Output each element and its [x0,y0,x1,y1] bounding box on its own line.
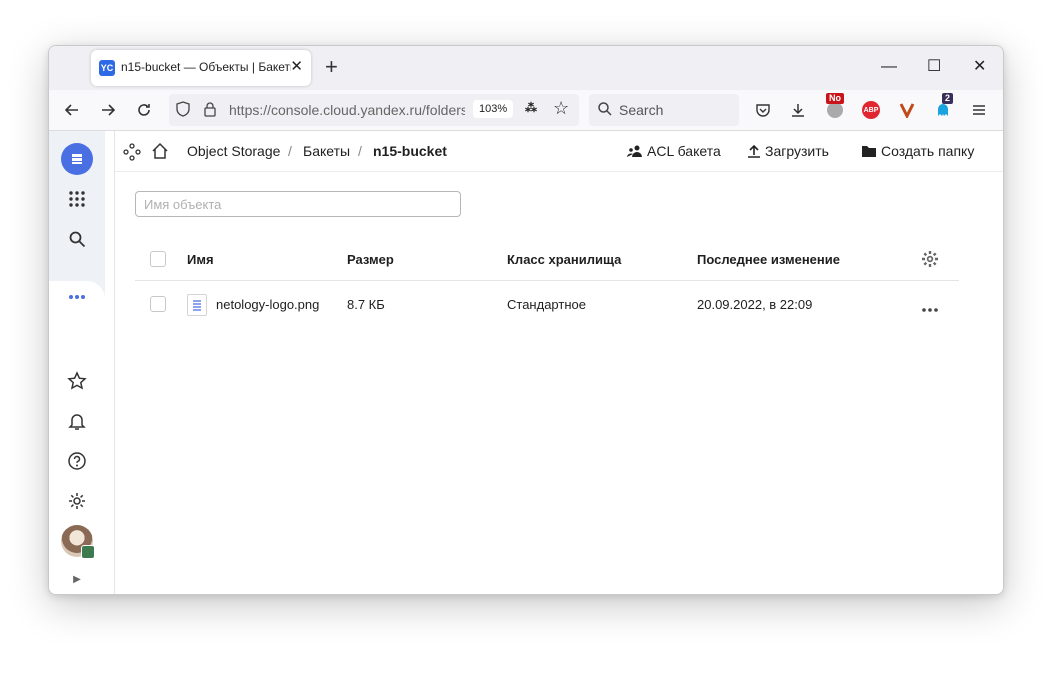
row-actions-menu-icon[interactable] [921,301,939,316]
briefcase-badge-icon [81,545,95,559]
sidebar: ▶ [49,131,105,594]
row-size: 8.7 КБ [347,297,385,312]
hierarchy-icon[interactable] [123,143,141,164]
zoom-level[interactable]: 103% [473,100,514,118]
expand-sidebar-icon[interactable]: ▶ [61,563,93,594]
url-text[interactable]: https://console.cloud.yandex.ru/folders/ [229,102,465,118]
object-storage-service-icon[interactable] [61,143,93,175]
search-icon[interactable] [61,223,93,255]
nav-toolbar: https://console.cloud.yandex.ru/folders/… [49,90,1003,131]
main-content: Object Storage / Бакеты / n15-bucket ACL… [115,131,1003,594]
breadcrumb-separator: / [288,143,292,159]
download-icon[interactable] [787,99,809,121]
search-placeholder: Search [619,102,664,118]
row-checkbox[interactable] [150,296,166,312]
notifications-bell-icon[interactable] [61,405,93,437]
file-icon [187,294,207,316]
extension-badge: No [826,93,844,104]
column-header-name[interactable]: Имя [187,252,214,267]
extension-count-badge: 2 [942,93,954,104]
row-storage-class: Стандартное [507,297,586,312]
address-bar[interactable]: https://console.cloud.yandex.ru/folders/… [169,94,579,126]
users-icon [627,145,642,157]
close-tab-icon[interactable]: ✕ [290,58,303,76]
browser-window: YC n15-bucket — Объекты | Бакеты | Objec… [48,45,1004,595]
breadcrumb-object-storage[interactable]: Object Storage [187,143,280,159]
column-header-storage-class[interactable]: Класс хранилища [507,252,621,267]
extension-no-icon[interactable]: No [824,93,846,121]
page-header: Object Storage / Бакеты / n15-bucket ACL… [115,131,1003,172]
column-header-last-modified[interactable]: Последнее изменение [697,252,840,267]
favorites-star-icon[interactable] [61,365,93,397]
close-window-icon[interactable]: ✕ [973,58,986,76]
acl-bucket-button[interactable]: ACL бакета [627,143,721,159]
back-icon[interactable] [61,99,83,121]
more-services-icon[interactable] [61,281,93,313]
browser-tab-active[interactable]: YC n15-bucket — Объекты | Бакеты | Objec… [91,50,311,86]
bookmark-star-icon[interactable]: ☆ [553,98,569,119]
minimize-icon[interactable]: — [881,58,897,76]
select-all-checkbox[interactable] [150,251,166,267]
row-last-modified: 20.09.2022, в 22:09 [697,297,813,312]
shield-icon[interactable] [175,101,191,120]
pocket-icon[interactable] [752,99,774,121]
help-icon[interactable] [61,445,93,477]
yandex-cloud-favicon: YC [99,60,115,76]
settings-gear-icon[interactable] [61,485,93,517]
adblock-icon[interactable]: ABP [860,99,882,121]
vivaldi-extension-icon[interactable] [896,99,918,121]
breadcrumb-buckets[interactable]: Бакеты [303,143,350,159]
breadcrumb-current-bucket: n15-bucket [373,143,447,159]
home-icon[interactable] [151,142,169,163]
row-object-name[interactable]: netology-logo.png [216,297,319,312]
reload-icon[interactable] [133,99,155,121]
translate-icon[interactable]: ⁂ [525,101,537,115]
sidebar-lower-panel: ▶ [49,281,105,594]
search-icon [597,101,613,120]
hamburger-menu-icon[interactable] [968,99,990,121]
forward-icon[interactable] [97,99,119,121]
tab-title: n15-bucket — Объекты | Бакеты | Object S… [121,60,291,74]
ghost-extension-icon[interactable]: 2 [932,93,954,121]
maximize-icon[interactable]: ☐ [927,58,941,76]
search-bar[interactable]: Search [589,94,739,126]
lock-icon[interactable] [203,101,217,120]
table-header-divider [135,280,959,281]
tab-bar: YC n15-bucket — Объекты | Бакеты | Objec… [49,46,1003,90]
upload-button[interactable]: Загрузить [747,143,829,159]
create-folder-button[interactable]: Создать папку [861,143,974,159]
folder-icon [862,146,876,157]
user-avatar[interactable] [61,525,95,559]
column-settings-gear-icon[interactable] [921,250,939,271]
column-header-size[interactable]: Размер [347,252,394,267]
breadcrumb-separator: / [358,143,362,159]
object-name-filter-input[interactable] [135,191,461,217]
sidebar-divider [105,131,115,594]
new-tab-button[interactable]: + [325,56,338,78]
upload-icon [748,144,760,158]
all-services-grid-icon[interactable] [61,183,93,215]
